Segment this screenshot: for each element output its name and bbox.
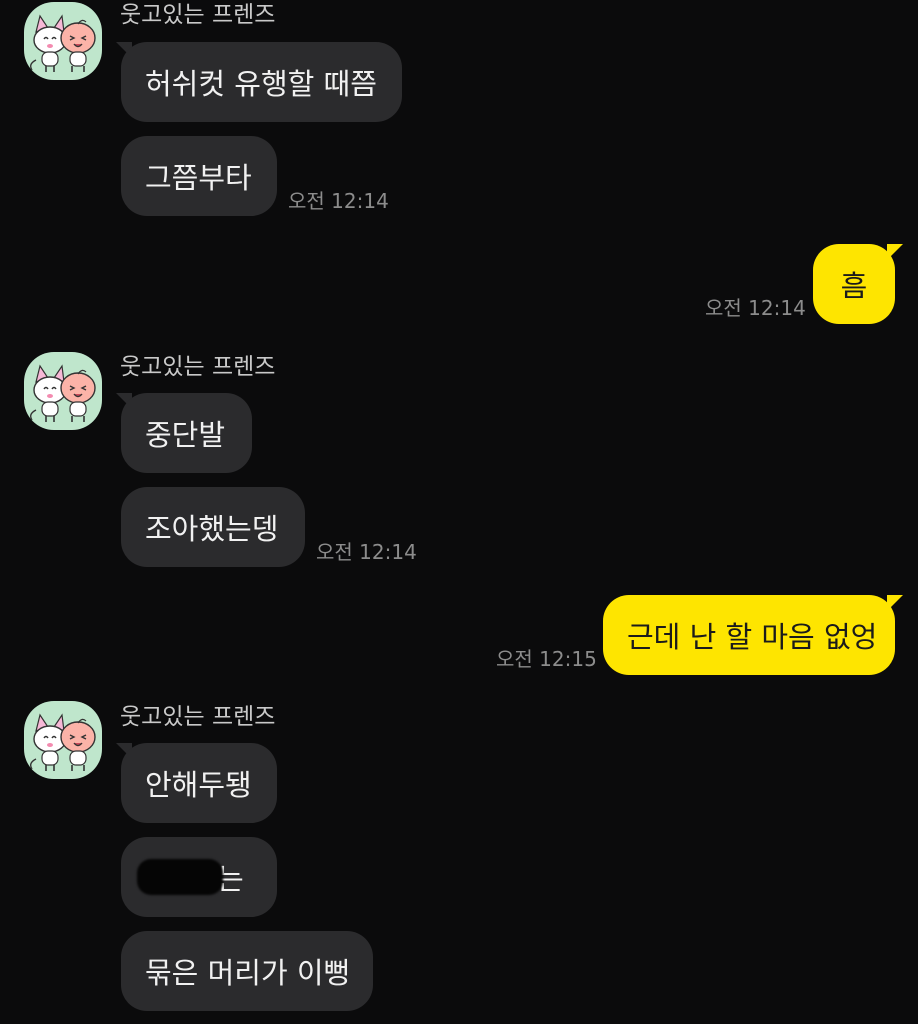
outgoing-message[interactable]: 근데 난 할 마음 없엉	[603, 595, 895, 675]
message-timestamp: 오전 12:14	[316, 540, 417, 564]
bubble-tail	[887, 244, 903, 260]
redaction-mark	[137, 859, 223, 895]
message-timestamp: 오전 12:14	[288, 189, 389, 213]
incoming-message[interactable]: 안해두됑	[121, 743, 277, 823]
incoming-message[interactable]: 그쯤부타	[121, 136, 277, 216]
friends-character-avatar-icon[interactable]	[24, 701, 102, 779]
incoming-message[interactable]: 조아했는뎅	[121, 487, 305, 567]
incoming-message-redacted[interactable]: 는	[121, 837, 277, 917]
sender-name: 웃고있는 프렌즈	[120, 2, 276, 28]
message-timestamp: 오전 12:15	[496, 647, 597, 671]
bubble-tail	[887, 595, 903, 611]
friends-character-avatar-icon[interactable]	[24, 352, 102, 430]
incoming-message[interactable]: 중단발	[121, 393, 252, 473]
sender-name: 웃고있는 프렌즈	[120, 704, 276, 730]
message-timestamp: 오전 12:14	[705, 296, 806, 320]
sender-name: 웃고있는 프렌즈	[120, 354, 276, 380]
friends-character-avatar-icon[interactable]	[24, 2, 102, 80]
incoming-message[interactable]: 묶은 머리가 이뻥	[121, 931, 373, 1011]
outgoing-message[interactable]: 흠	[813, 244, 895, 324]
incoming-message[interactable]: 허쉬컷 유행할 때쯤	[121, 42, 402, 122]
